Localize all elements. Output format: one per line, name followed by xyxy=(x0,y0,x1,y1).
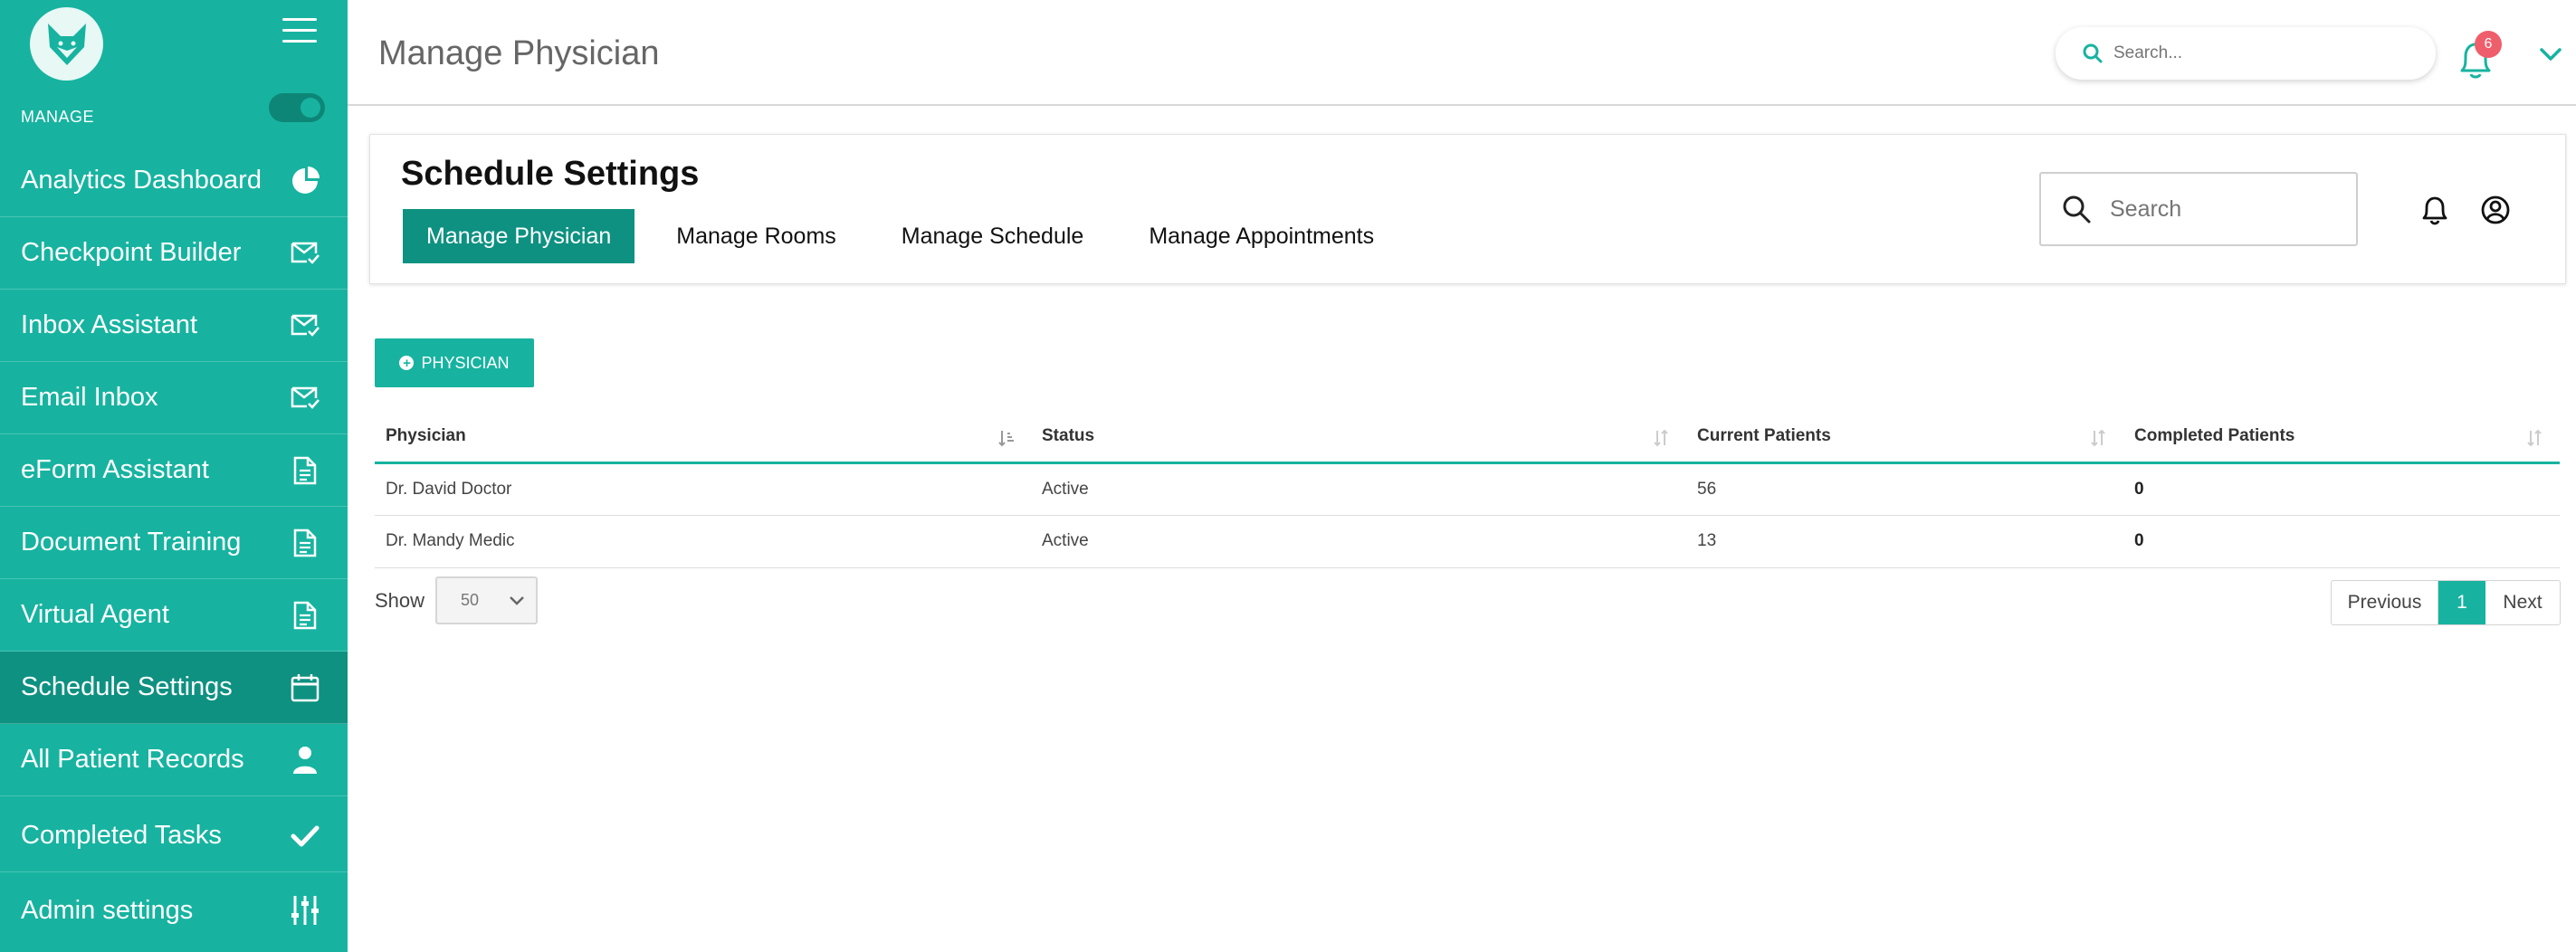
sidebar-item-label: Checkpoint Builder xyxy=(21,238,242,267)
sidebar-item-label: Schedule Settings xyxy=(21,672,233,701)
mail-check-icon xyxy=(290,238,320,269)
sliders-icon xyxy=(290,895,320,926)
user-circle-icon[interactable] xyxy=(2480,195,2511,225)
sidebar-item-document-training[interactable]: Document Training xyxy=(0,507,348,579)
column-header-status[interactable]: Status xyxy=(1031,412,1686,464)
card-title: Schedule Settings xyxy=(401,155,700,193)
plus-circle-icon: + xyxy=(399,356,415,370)
sidebar-item-label: Completed Tasks xyxy=(21,821,222,850)
physician-status: Active xyxy=(1031,462,1686,516)
page-size-select[interactable]: 50 xyxy=(435,576,539,624)
page-size-control: Show 50 xyxy=(375,576,539,624)
sidebar-item-analytics-dashboard[interactable]: Analytics Dashboard xyxy=(0,145,348,217)
column-header-label: Current Patients xyxy=(1697,426,1831,446)
settings-tabs: Manage Physician Manage Rooms Manage Sch… xyxy=(403,209,1416,263)
add-physician-label: PHYSICIAN xyxy=(421,353,510,372)
logo[interactable] xyxy=(30,7,103,81)
document-icon xyxy=(290,455,320,486)
sidebar-item-virtual-agent[interactable]: Virtual Agent xyxy=(0,579,348,652)
sidebar-item-completed-tasks[interactable]: Completed Tasks xyxy=(0,800,348,872)
card-search-input[interactable] xyxy=(2110,195,2354,223)
sidebar-item-eform-assistant[interactable]: eForm Assistant xyxy=(0,434,348,507)
schedule-settings-card: Schedule Settings Manage Physician Manag… xyxy=(369,134,2566,284)
column-header-completed-patients[interactable]: Completed Patients xyxy=(2123,412,2560,464)
completed-patients: 0 xyxy=(2123,515,2560,568)
sidebar-item-label: Virtual Agent xyxy=(21,600,169,629)
sidebar-item-schedule-settings[interactable]: Schedule Settings xyxy=(0,652,348,724)
page-size-value: 50 xyxy=(461,591,480,609)
sidebar-item-label: Admin settings xyxy=(21,895,194,925)
column-header-label: Physician xyxy=(386,426,466,446)
sidebar-item-label: Inbox Assistant xyxy=(21,310,198,339)
user-icon xyxy=(290,745,320,776)
tab-manage-appointments[interactable]: Manage Appointments xyxy=(1125,209,1398,263)
column-header-physician[interactable]: Physician xyxy=(375,412,1031,464)
sort-icon xyxy=(2527,429,2542,447)
physician-name: Dr. Mandy Medic xyxy=(375,515,1031,568)
checkmark-icon xyxy=(290,821,320,852)
add-physician-button[interactable]: + PHYSICIAN xyxy=(375,338,534,387)
next-page-button[interactable]: Next xyxy=(2485,581,2560,624)
chevron-down-icon xyxy=(510,595,524,605)
tab-manage-physician[interactable]: Manage Physician xyxy=(403,209,635,263)
page-title: Manage Physician xyxy=(378,34,660,72)
calendar-icon xyxy=(290,672,320,703)
chevron-down-icon[interactable] xyxy=(2538,43,2563,65)
sidebar-item-admin-settings[interactable]: Admin settings xyxy=(0,874,348,947)
sidebar-item-label: All Patient Records xyxy=(21,745,244,774)
sidebar-item-checkpoint-builder[interactable]: Checkpoint Builder xyxy=(0,217,348,290)
physician-status: Active xyxy=(1031,515,1686,568)
table-row[interactable]: Dr. David Doctor Active 56 0 xyxy=(375,462,2560,516)
sidebar-item-email-inbox[interactable]: Email Inbox xyxy=(0,362,348,434)
physician-table: Physician Status Current Patients Comple… xyxy=(375,412,2560,568)
show-label: Show xyxy=(375,588,425,612)
sidebar-item-label: Document Training xyxy=(21,528,242,557)
document-icon xyxy=(290,528,320,558)
pie-chart-icon xyxy=(290,166,320,196)
physician-name: Dr. David Doctor xyxy=(375,462,1031,516)
previous-page-button[interactable]: Previous xyxy=(2332,581,2438,624)
column-header-label: Completed Patients xyxy=(2134,426,2295,446)
column-header-label: Status xyxy=(1042,426,1095,446)
sidebar-section-label: MANAGE xyxy=(21,108,95,126)
document-icon xyxy=(290,600,320,631)
sidebar-item-inbox-assistant[interactable]: Inbox Assistant xyxy=(0,290,348,362)
pagination: Previous 1 Next xyxy=(2331,580,2561,625)
bell-icon[interactable] xyxy=(2419,195,2450,225)
notification-count-badge: 6 xyxy=(2475,31,2502,58)
tab-manage-rooms[interactable]: Manage Rooms xyxy=(653,209,859,263)
sidebar-item-label: eForm Assistant xyxy=(21,455,209,484)
completed-patients: 0 xyxy=(2123,462,2560,516)
tab-manage-schedule[interactable]: Manage Schedule xyxy=(878,209,1108,263)
current-patients: 56 xyxy=(1686,462,2123,516)
sidebar-item-label: Analytics Dashboard xyxy=(21,166,262,195)
column-header-current-patients[interactable]: Current Patients xyxy=(1686,412,2123,464)
sidebar-header: MANAGE xyxy=(0,0,348,141)
header-search-input[interactable] xyxy=(2113,43,2403,63)
menu-toggle-icon[interactable] xyxy=(282,18,317,45)
sort-icon xyxy=(1654,429,1668,447)
sidebar: MANAGE Analytics Dashboard Checkpoint Bu… xyxy=(0,0,348,952)
top-header: Manage Physician 6 xyxy=(348,0,2576,106)
header-search[interactable] xyxy=(2056,27,2436,80)
sidebar-item-label: Email Inbox xyxy=(21,383,158,412)
mail-check-icon xyxy=(290,310,320,341)
sort-icon xyxy=(2091,429,2105,447)
page-number-button[interactable]: 1 xyxy=(2438,581,2485,624)
search-icon xyxy=(2083,43,2103,63)
sidebar-item-all-patient-records[interactable]: All Patient Records xyxy=(0,724,348,796)
table-header-row: Physician Status Current Patients Comple… xyxy=(375,412,2560,464)
fox-logo-icon xyxy=(47,23,86,65)
mail-check-icon xyxy=(290,383,320,414)
search-icon xyxy=(2063,195,2091,224)
current-patients: 13 xyxy=(1686,515,2123,568)
manage-toggle[interactable] xyxy=(269,93,325,122)
card-search[interactable] xyxy=(2039,172,2358,246)
notifications-button[interactable]: 6 xyxy=(2455,31,2502,80)
sort-ascending-icon xyxy=(998,431,1014,447)
table-row[interactable]: Dr. Mandy Medic Active 13 0 xyxy=(375,515,2560,568)
